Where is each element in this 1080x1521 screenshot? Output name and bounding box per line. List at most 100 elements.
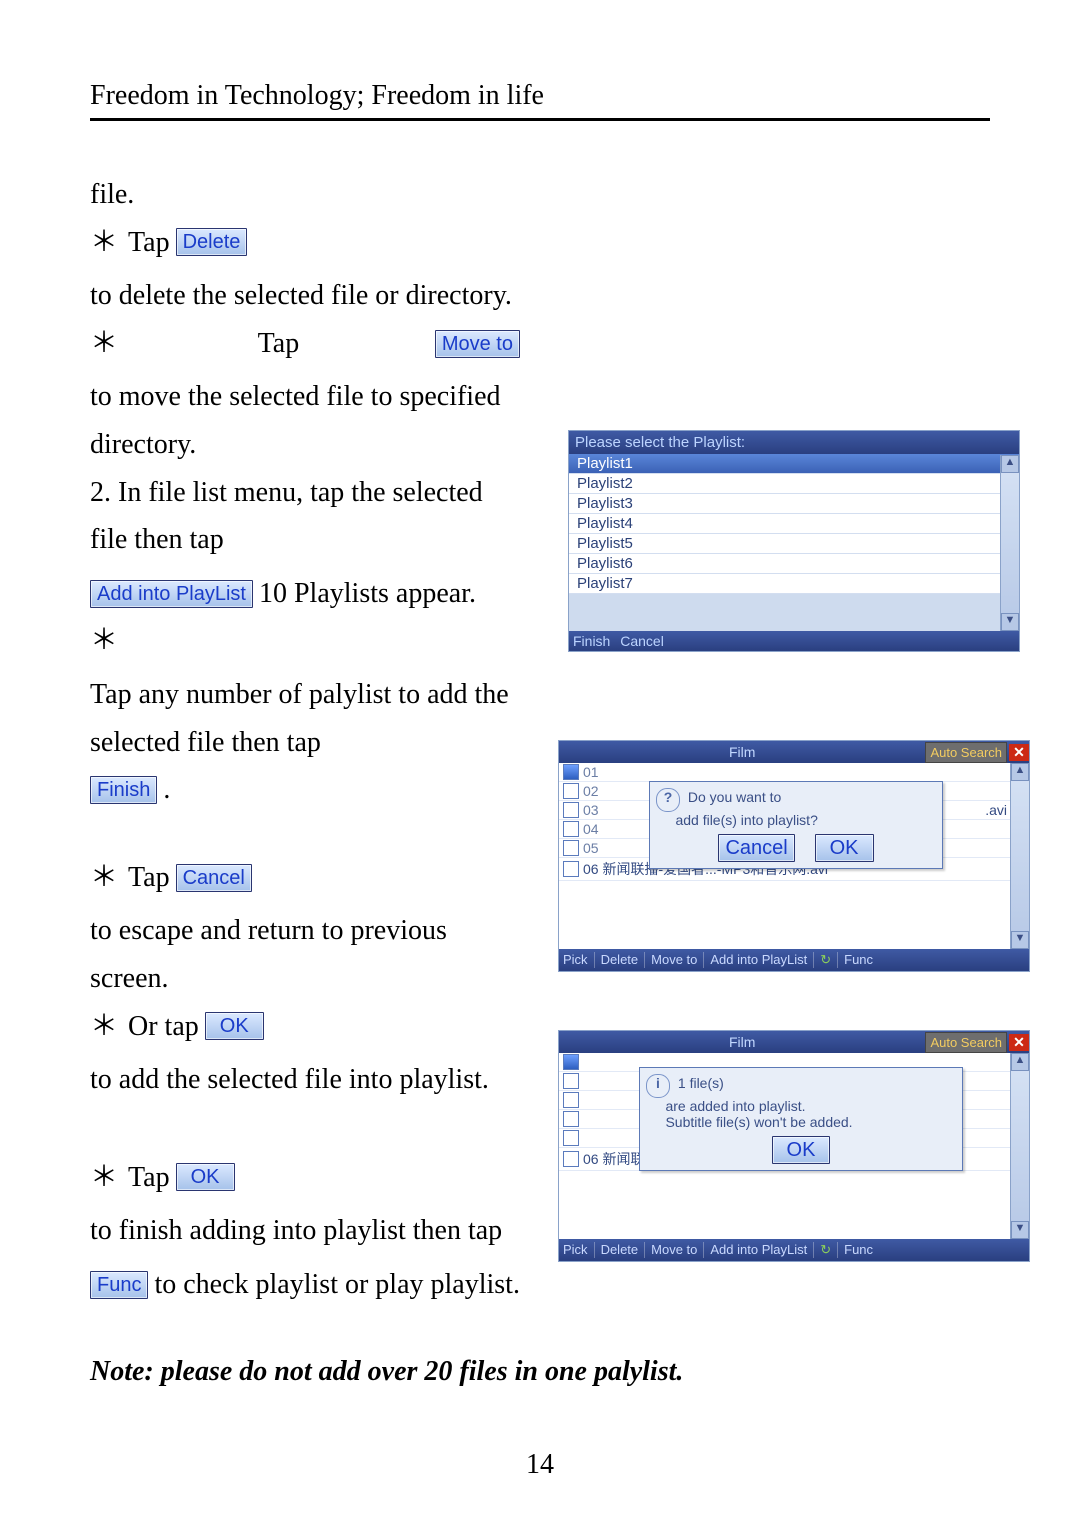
toolbar-func[interactable]: Func <box>844 952 879 968</box>
checkbox-icon[interactable] <box>563 821 579 837</box>
checkbox-icon[interactable] <box>563 783 579 799</box>
toolbar-pick[interactable]: Pick <box>563 952 595 968</box>
list-item[interactable]: Playlist3 <box>569 494 1019 514</box>
checkbox-icon[interactable] <box>563 1151 579 1167</box>
toolbar-func[interactable]: Func <box>844 1242 879 1258</box>
text: Tap <box>128 854 170 902</box>
finish-button[interactable]: Finish <box>573 633 610 649</box>
toolbar: Pick Delete Move to Add into PlayList ↻ … <box>559 949 1029 971</box>
scroll-down-icon[interactable]: ▼ <box>1001 613 1019 631</box>
text: to move the selected file to specified d… <box>90 373 520 468</box>
para-moveto: ＊ Tap Move to to move the selected file … <box>90 320 520 469</box>
asterisk-icon: ＊ <box>90 320 118 368</box>
para-tap-any: ＊ Tap any number of palylist to add the … <box>90 617 520 766</box>
para-finish: Finish . <box>90 766 520 814</box>
file-ext: .avi <box>985 802 1007 818</box>
text: 10 Playlists appear. <box>259 570 476 618</box>
info-icon: i <box>646 1074 670 1098</box>
list-item[interactable]: Playlist7 <box>569 574 1019 594</box>
info-dialog: i 1 file(s) are added into playlist. Sub… <box>639 1067 963 1171</box>
toolbar-moveto[interactable]: Move to <box>651 1242 704 1258</box>
scrollbar[interactable]: ▲ ▼ <box>1000 455 1019 631</box>
scrollbar[interactable]: ▲ ▼ <box>1010 763 1029 949</box>
dialog-cancel-button[interactable]: Cancel <box>718 834 794 862</box>
film-added-dialog: Film Auto Search ✕ ⇧ 06 新闻联播-爱国者...-MP3和… <box>558 1030 1030 1262</box>
toolbar-add-playlist[interactable]: Add into PlayList <box>710 1242 814 1258</box>
add-into-playlist-button[interactable]: Add into PlayList <box>90 580 253 608</box>
scroll-up-icon[interactable]: ▲ <box>1001 455 1019 473</box>
list-item[interactable]: Playlist1 <box>569 454 1019 474</box>
text: to finish adding into playlist then tap <box>90 1207 502 1255</box>
text: Tap <box>128 1154 170 1202</box>
close-icon[interactable]: ✕ <box>1009 1034 1029 1051</box>
dialog-ok-button[interactable]: OK <box>815 834 874 862</box>
dialog-ok-button[interactable]: OK <box>772 1136 831 1164</box>
auto-search-button[interactable]: Auto Search <box>925 742 1007 763</box>
para-cancel: ＊ Tap Cancel to escape and return to pre… <box>90 854 520 1003</box>
text: to check playlist or play playlist. <box>154 1261 519 1309</box>
row-num: 01 <box>583 764 603 780</box>
scroll-down-icon[interactable]: ▼ <box>1011 1221 1029 1239</box>
dialog-title: Please select the Playlist: <box>569 431 1019 454</box>
checkbox-icon[interactable] <box>563 1092 579 1108</box>
checkbox-icon[interactable] <box>563 1111 579 1127</box>
toolbar-add-playlist[interactable]: Add into PlayList <box>710 952 814 968</box>
asterisk-icon: ＊ <box>90 617 118 665</box>
toolbar-delete[interactable]: Delete <box>601 952 646 968</box>
ok-button[interactable]: OK <box>205 1012 264 1040</box>
scroll-up-icon[interactable]: ▲ <box>1011 763 1029 781</box>
row-num: 05 <box>583 840 603 856</box>
list-item[interactable]: Playlist4 <box>569 514 1019 534</box>
text: to add the selected file into playlist. <box>90 1056 489 1104</box>
toolbar-moveto[interactable]: Move to <box>651 952 704 968</box>
titlebar: Film Auto Search ✕ <box>559 741 1029 763</box>
checkbox-icon[interactable] <box>563 861 579 877</box>
text: Tap <box>258 320 300 368</box>
scrollbar[interactable]: ▲ ▼ <box>1010 1053 1029 1239</box>
window-title: Film <box>559 744 925 760</box>
text: to escape and return to previous screen. <box>90 907 520 1002</box>
toolbar: Pick Delete Move to Add into PlayList ↻ … <box>559 1239 1029 1261</box>
cancel-button[interactable]: Cancel <box>176 864 252 892</box>
close-icon[interactable]: ✕ <box>1009 744 1029 761</box>
header-rule <box>90 118 990 121</box>
ok-button[interactable]: OK <box>176 1163 235 1191</box>
finish-button[interactable]: Finish <box>90 776 157 804</box>
dialog-text: Subtitle file(s) won't be added. <box>665 1114 852 1130</box>
line-file: file. <box>90 171 520 219</box>
dialog-text: Do you want to <box>688 789 781 805</box>
playlist-select-dialog: Please select the Playlist: Playlist1 Pl… <box>568 430 1020 652</box>
dialog-footer: Finish Cancel <box>569 631 1019 651</box>
scroll-down-icon[interactable]: ▼ <box>1011 931 1029 949</box>
document-page: Freedom in Technology; Freedom in life f… <box>0 0 1080 1521</box>
page-number: 14 <box>0 1449 1080 1481</box>
question-icon: ? <box>656 788 680 812</box>
asterisk-icon: ＊ <box>90 1154 118 1202</box>
checkbox-icon[interactable] <box>563 1130 579 1146</box>
titlebar: Film Auto Search ✕ <box>559 1031 1029 1053</box>
scroll-up-icon[interactable]: ▲ <box>1011 1053 1029 1071</box>
text: 2. In file list menu, tap the selected f… <box>90 469 520 564</box>
list-item[interactable]: Playlist6 <box>569 554 1019 574</box>
toolbar-pick[interactable]: Pick <box>563 1242 595 1258</box>
playlist-list: Playlist1 Playlist2 Playlist3 Playlist4 … <box>569 454 1019 594</box>
refresh-icon[interactable]: ↻ <box>820 1242 838 1258</box>
refresh-icon[interactable]: ↻ <box>820 952 838 968</box>
moveto-button[interactable]: Move to <box>435 330 520 358</box>
confirm-dialog: ? Do you want to add file(s) into playli… <box>649 781 943 869</box>
row-num: 03 <box>583 802 603 818</box>
text: Tap any number of palylist to add the se… <box>90 671 520 766</box>
auto-search-button[interactable]: Auto Search <box>925 1032 1007 1053</box>
toolbar-delete[interactable]: Delete <box>601 1242 646 1258</box>
list-item[interactable]: Playlist2 <box>569 474 1019 494</box>
checkbox-icon[interactable] <box>563 1054 579 1070</box>
delete-button[interactable]: Delete <box>176 228 248 256</box>
checkbox-icon[interactable] <box>563 802 579 818</box>
checkbox-icon[interactable] <box>563 764 579 780</box>
checkbox-icon[interactable] <box>563 1073 579 1089</box>
checkbox-icon[interactable] <box>563 840 579 856</box>
list-item[interactable]: Playlist5 <box>569 534 1019 554</box>
cancel-button[interactable]: Cancel <box>620 633 664 649</box>
dialog-text: are added into playlist. <box>665 1098 805 1114</box>
func-button[interactable]: Func <box>90 1271 148 1299</box>
